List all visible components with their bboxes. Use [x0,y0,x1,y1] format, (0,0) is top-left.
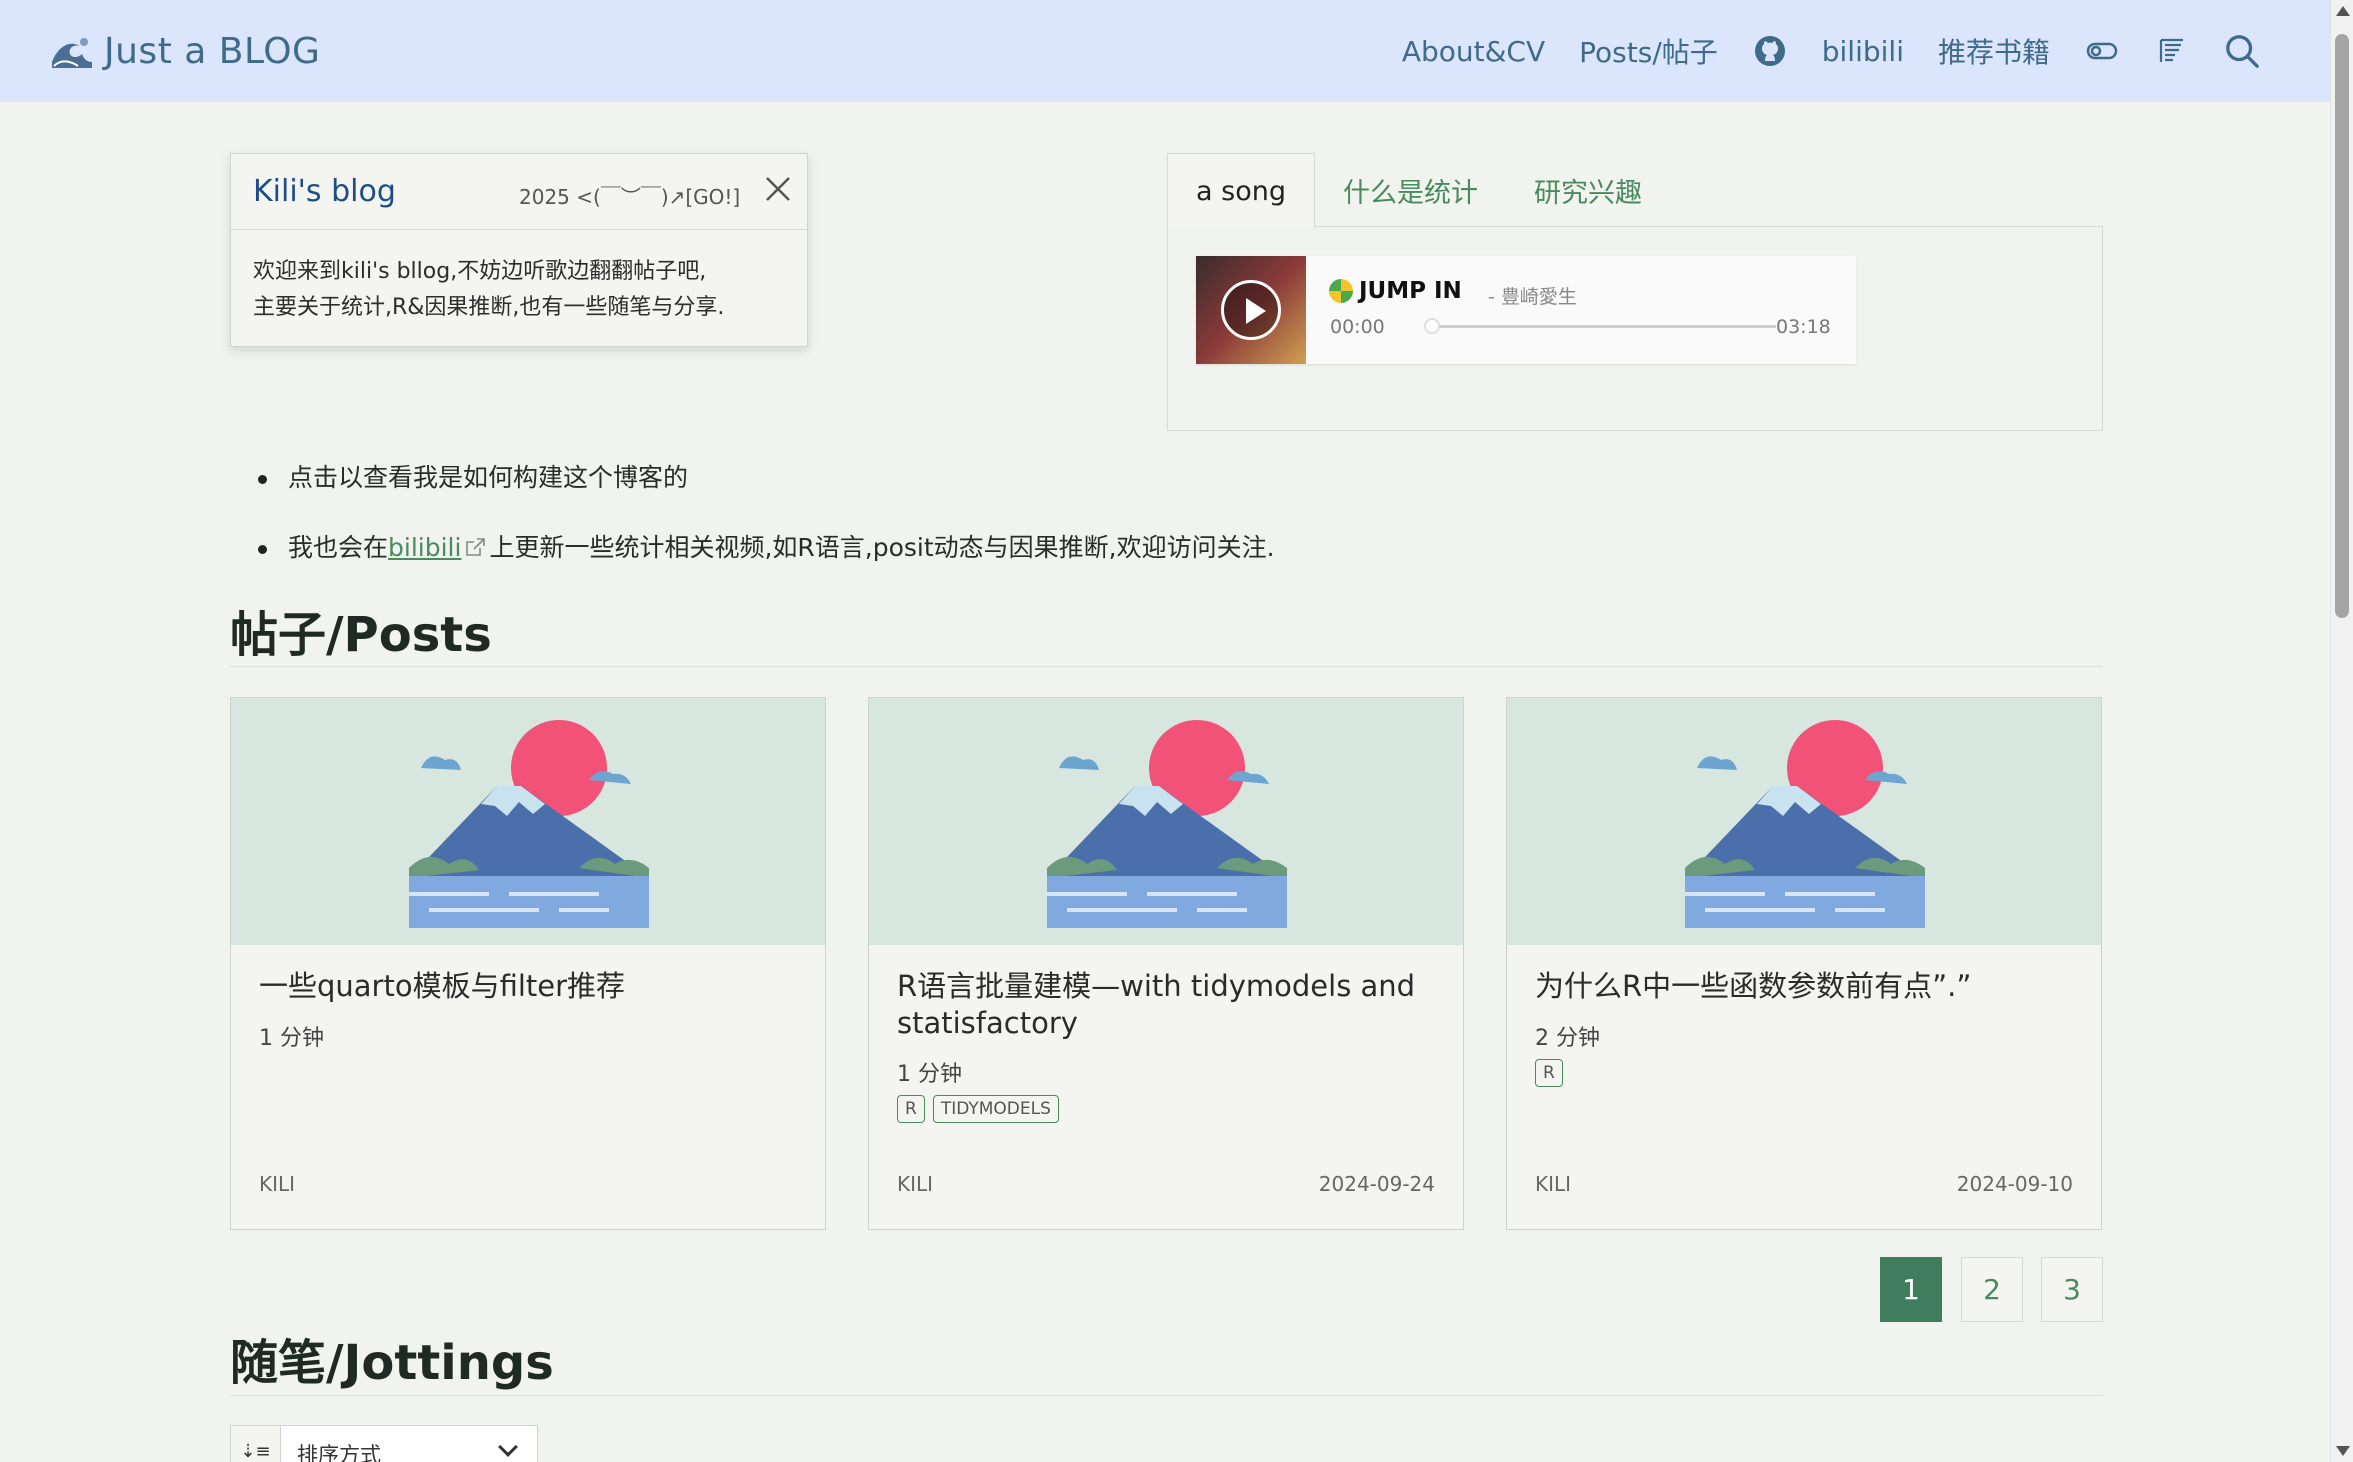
list-item-build[interactable]: 点击以查看我是如何构建这个博客的 [258,455,1275,525]
jottings-heading: 随笔/Jottings [230,1335,554,1391]
song-icon [1329,279,1353,303]
tag-r[interactable]: R [1535,1059,1563,1087]
tab-what-is-statistics[interactable]: 什么是统计 [1315,153,1506,227]
popup-body-line2: 主要关于统计,R&因果推断,也有一些随笔与分享. [253,295,725,320]
search-icon[interactable] [2224,33,2260,69]
scroll-up-arrow-icon[interactable] [2336,6,2350,16]
list-item-prefix: 我也会在 [288,533,389,562]
github-icon[interactable] [1752,33,1788,69]
song-title: JUMP IN [1359,278,1462,304]
post-tags: R [1535,1059,1563,1087]
page-button-3[interactable]: 3 [2041,1257,2103,1322]
tab-a-song[interactable]: a song [1167,153,1315,228]
post-card[interactable]: 一些quarto模板与filter推荐 1 分钟 KILI [230,697,826,1230]
bilibili-link[interactable]: bilibili [388,533,461,562]
popup-title: Kili's blog [253,174,396,209]
play-button[interactable] [1221,280,1281,340]
popup-body: 欢迎来到kili's bllog,不妨边听歌边翻翻帖子吧, 主要关于统计,R&因… [231,230,807,350]
sort-label: 排序方式 [297,1443,381,1462]
navbar: Just a BLOG About&CV Posts/帖子 bilibili 推… [0,0,2330,102]
scroll-down-arrow-icon[interactable] [2336,1446,2350,1456]
tab-panel-content: JUMP IN - 豊崎愛生 00:00 03:18 [1167,226,2103,431]
nav-bilibili[interactable]: bilibili [1822,35,1904,68]
popup-header: Kili's blog 2025 <(￣︶￣)↗[GO!] [231,154,807,230]
progress-knob[interactable] [1424,318,1440,334]
intro-list: 点击以查看我是如何构建这个博客的 我也会在bilibili 上更新一些统计相关视频… [258,455,1275,595]
total-time: 03:18 [1776,316,1831,338]
post-title[interactable]: R语言批量建模—with tidymodels and statisfactor… [897,968,1437,1042]
current-time: 00:00 [1330,316,1385,338]
page-button-2[interactable]: 2 [1961,1257,2023,1322]
tag-r[interactable]: R [897,1095,925,1123]
close-icon[interactable] [761,172,795,206]
wave-logo-icon [52,38,92,68]
tag-tidymodels[interactable]: TIDYMODELS [932,1095,1059,1123]
post-date: 2024-09-10 [1956,1172,2073,1196]
reader-icon[interactable] [2154,33,2190,69]
post-date: 2024-09-24 [1318,1172,1435,1196]
sort-dropdown[interactable]: ⇣≡ 排序方式 [230,1425,538,1462]
post-author: KILI [897,1172,934,1196]
tab-row: a song 什么是统计 研究兴趣 [1167,153,1670,228]
scroll-thumb[interactable] [2335,34,2349,618]
chevron-down-icon [498,1437,518,1457]
toggle-icon[interactable] [2084,33,2120,69]
nav-items: About&CV Posts/帖子 bilibili 推荐书籍 [1402,0,2260,102]
mountain-illustration-icon [409,720,649,928]
list-item-suffix: 上更新一些统计相关视频,如R语言,posit动态与因果推断,欢迎访问关注. [489,533,1275,562]
external-link-icon [466,538,486,556]
nav-about[interactable]: About&CV [1402,35,1545,68]
post-read-time: 1 分钟 [897,1062,962,1087]
posts-heading: 帖子/Posts [230,607,492,663]
page-scrollbar[interactable] [2330,0,2353,1462]
list-item-build-text[interactable]: 点击以查看我是如何构建这个博客的 [288,463,688,492]
posts-divider [230,666,2103,667]
post-thumbnail [869,698,1463,945]
post-card[interactable]: R语言批量建模—with tidymodels and statisfactor… [868,697,1464,1230]
music-player: JUMP IN - 豊崎愛生 00:00 03:18 [1196,256,1856,364]
progress-bar[interactable] [1428,325,1776,328]
popup-meta: 2025 <(￣︶￣)↗[GO!] [519,185,741,209]
nav-posts[interactable]: Posts/帖子 [1579,31,1718,71]
brand-title: Just a BLOG [104,30,321,72]
nav-books[interactable]: 推荐书籍 [1938,31,2050,71]
album-cover [1196,256,1306,364]
song-artist: - 豊崎愛生 [1488,286,1577,308]
post-author: KILI [1535,1172,1572,1196]
tabs-panel: a song 什么是统计 研究兴趣 JUMP IN - 豊崎愛生 00:00 0… [1167,153,2103,431]
mountain-illustration-icon [1685,720,1925,928]
welcome-popup: Kili's blog 2025 <(￣︶￣)↗[GO!] 欢迎来到kili's… [230,153,808,347]
post-title[interactable]: 为什么R中一些函数参数前有点”.” [1535,968,2075,1005]
post-read-time: 1 分钟 [259,1026,324,1051]
post-thumbnail [1507,698,2101,945]
post-tags: R TIDYMODELS [897,1095,1059,1123]
jottings-divider [230,1395,2103,1396]
post-read-time: 2 分钟 [1535,1026,1600,1051]
post-title[interactable]: 一些quarto模板与filter推荐 [259,968,799,1005]
list-item-bilibili: 我也会在bilibili 上更新一些统计相关视频,如R语言,posit动态与因果推… [258,525,1275,595]
mountain-illustration-icon [1047,720,1287,928]
page-button-1[interactable]: 1 [1880,1257,1942,1322]
popup-body-line1: 欢迎来到kili's bllog,不妨边听歌边翻翻帖子吧, [253,259,707,284]
tab-research-interests[interactable]: 研究兴趣 [1506,153,1670,227]
brand[interactable]: Just a BLOG [48,28,320,74]
post-author: KILI [259,1172,296,1196]
sort-icon: ⇣≡ [231,1426,281,1462]
post-card[interactable]: 为什么R中一些函数参数前有点”.” 2 分钟 R KILI 2024-09-10 [1506,697,2102,1230]
post-thumbnail [231,698,825,945]
